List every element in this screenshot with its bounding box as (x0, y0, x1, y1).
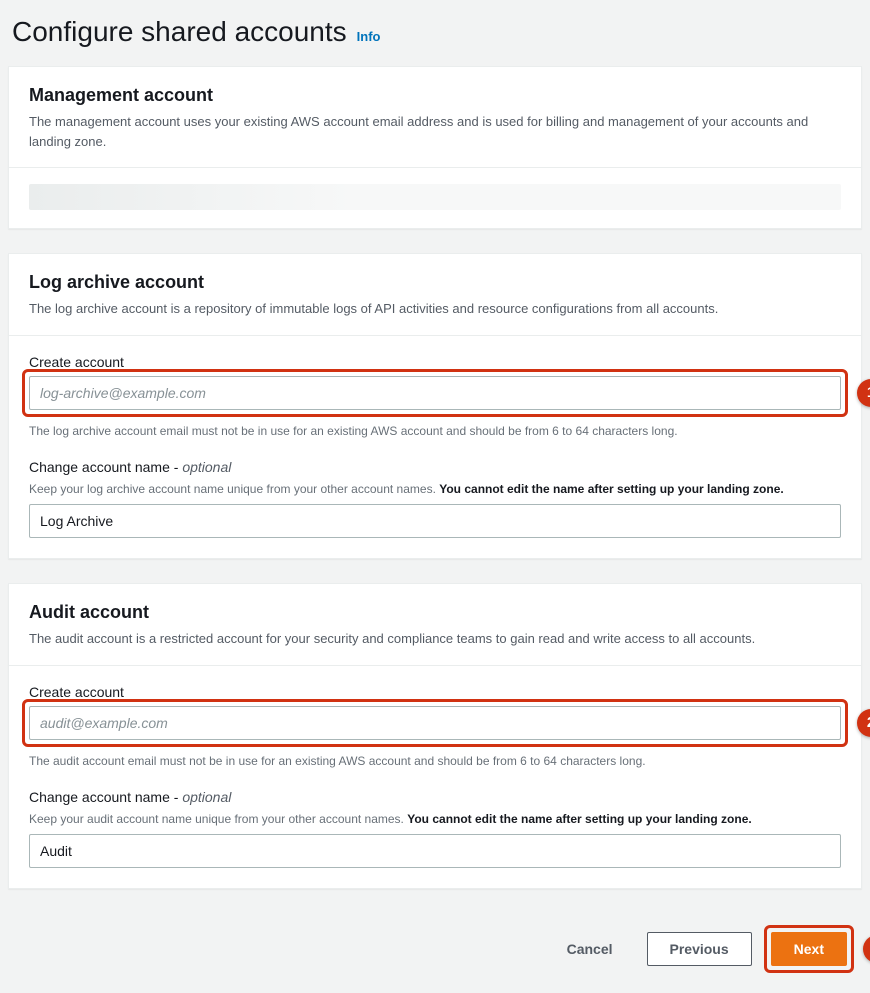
log-archive-create-label: Create account (29, 354, 841, 370)
callout-box-3: Next 3 (764, 925, 854, 973)
optional-label: optional (182, 459, 231, 475)
page-header: Configure shared accounts Info (0, 0, 870, 66)
management-description: The management account uses your existin… (29, 112, 841, 151)
log-archive-name-help-bold: You cannot edit the name after setting u… (439, 482, 783, 496)
log-archive-name-help-pre: Keep your log archive account name uniqu… (29, 482, 439, 496)
callout-badge-3: 3 (863, 935, 870, 963)
log-archive-name-label-text: Change account name - (29, 459, 182, 475)
audit-body: Create account 2 The audit account email… (9, 666, 861, 889)
callout-badge-2: 2 (857, 709, 870, 737)
audit-name-input[interactable] (29, 834, 841, 868)
page-title: Configure shared accounts (12, 16, 347, 48)
audit-name-help: Keep your audit account name unique from… (29, 811, 841, 828)
log-archive-name-label: Change account name - optional (29, 459, 841, 475)
audit-description: The audit account is a restricted accoun… (29, 629, 841, 649)
log-archive-name-group: Change account name - optional Keep your… (29, 459, 841, 538)
audit-email-input[interactable] (29, 706, 841, 740)
wizard-footer: Cancel Previous Next 3 (0, 913, 870, 993)
log-archive-email-group: Create account 1 The log archive account… (29, 354, 841, 440)
log-archive-body: Create account 1 The log archive account… (9, 336, 861, 559)
audit-create-label: Create account (29, 684, 841, 700)
log-archive-name-help: Keep your log archive account name uniqu… (29, 481, 841, 498)
audit-email-help: The audit account email must not be in u… (29, 753, 841, 770)
log-archive-panel: Log archive account The log archive acco… (8, 253, 862, 559)
info-link[interactable]: Info (357, 29, 381, 44)
audit-heading: Audit account (29, 602, 841, 623)
log-archive-description: The log archive account is a repository … (29, 299, 841, 319)
log-archive-heading: Log archive account (29, 272, 841, 293)
log-archive-email-input[interactable] (29, 376, 841, 410)
audit-name-label-text: Change account name - (29, 789, 182, 805)
management-account-panel: Management account The management accoun… (8, 66, 862, 229)
callout-box-1: 1 (22, 369, 848, 417)
log-archive-panel-header: Log archive account The log archive acco… (9, 254, 861, 336)
callout-badge-1: 1 (857, 379, 870, 407)
audit-panel: Audit account The audit account is a res… (8, 583, 862, 889)
audit-name-label: Change account name - optional (29, 789, 841, 805)
log-archive-email-help: The log archive account email must not b… (29, 423, 841, 440)
audit-name-help-pre: Keep your audit account name unique from… (29, 812, 407, 826)
audit-name-group: Change account name - optional Keep your… (29, 789, 841, 868)
audit-panel-header: Audit account The audit account is a res… (9, 584, 861, 666)
management-panel-header: Management account The management accoun… (9, 67, 861, 168)
log-archive-name-input[interactable] (29, 504, 841, 538)
audit-email-group: Create account 2 The audit account email… (29, 684, 841, 770)
management-loading-placeholder (29, 184, 841, 210)
callout-box-2: 2 (22, 699, 848, 747)
next-button[interactable]: Next (771, 932, 847, 966)
optional-label: optional (182, 789, 231, 805)
management-heading: Management account (29, 85, 841, 106)
cancel-button[interactable]: Cancel (545, 932, 635, 966)
previous-button[interactable]: Previous (647, 932, 752, 966)
audit-name-help-bold: You cannot edit the name after setting u… (407, 812, 751, 826)
